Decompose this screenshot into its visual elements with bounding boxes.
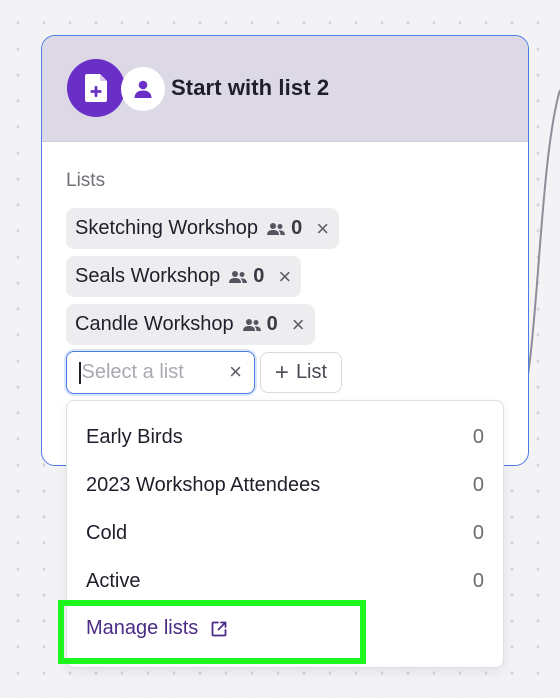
dropdown-option[interactable]: Early Birds 0 <box>86 422 484 452</box>
chip-label: Sketching Workshop <box>75 217 259 239</box>
selected-list-chip: Candle Workshop 0 × <box>66 304 315 345</box>
lists-label: Lists <box>66 170 106 191</box>
selected-list-chip: Seals Workshop 0 × <box>66 256 302 297</box>
option-count: 0 <box>472 473 484 496</box>
person-icon <box>121 67 165 111</box>
chip-count: 0 <box>253 265 265 287</box>
select-list-input[interactable]: Select a list × <box>66 351 255 394</box>
people-icon <box>228 270 248 284</box>
node-header: Start with list 2 <box>42 36 528 142</box>
select-placeholder: Select a list <box>81 361 184 383</box>
people-icon <box>266 222 286 236</box>
dropdown-option[interactable]: Active 0 <box>86 566 484 596</box>
dropdown-option[interactable]: Cold 0 <box>86 518 484 548</box>
option-count: 0 <box>472 569 484 592</box>
add-list-button[interactable]: + List <box>260 352 342 393</box>
chip-label: Seals Workshop <box>75 265 221 287</box>
chip-label: Candle Workshop <box>75 313 234 335</box>
remove-chip-icon[interactable]: × <box>278 265 291 288</box>
list-dropdown-menu: Early Birds 0 2023 Workshop Attendees 0 … <box>66 400 504 668</box>
manage-lists-label: Manage lists <box>86 617 199 639</box>
plus-icon: + <box>274 358 289 386</box>
option-name: Cold <box>86 521 128 544</box>
chip-count: 0 <box>266 313 278 335</box>
option-name: 2023 Workshop Attendees <box>86 473 321 496</box>
add-list-label: List <box>295 361 328 383</box>
dropdown-option[interactable]: 2023 Workshop Attendees 0 <box>86 470 484 500</box>
list-add-icon <box>67 59 125 117</box>
text-caret <box>79 361 81 384</box>
selected-list-chip: Sketching Workshop 0 × <box>66 208 340 249</box>
option-name: Active <box>86 569 141 592</box>
remove-chip-icon[interactable]: × <box>316 217 329 240</box>
manage-lists-link[interactable]: Manage lists <box>86 617 228 640</box>
option-count: 0 <box>472 521 484 544</box>
remove-chip-icon[interactable]: × <box>292 313 305 336</box>
external-link-icon <box>211 621 227 636</box>
chip-count: 0 <box>291 217 303 239</box>
people-icon <box>242 318 262 332</box>
clear-select-icon[interactable]: × <box>229 359 242 385</box>
node-title: Start with list 2 <box>171 75 330 100</box>
option-count: 0 <box>472 425 484 448</box>
option-name: Early Birds <box>86 425 183 448</box>
